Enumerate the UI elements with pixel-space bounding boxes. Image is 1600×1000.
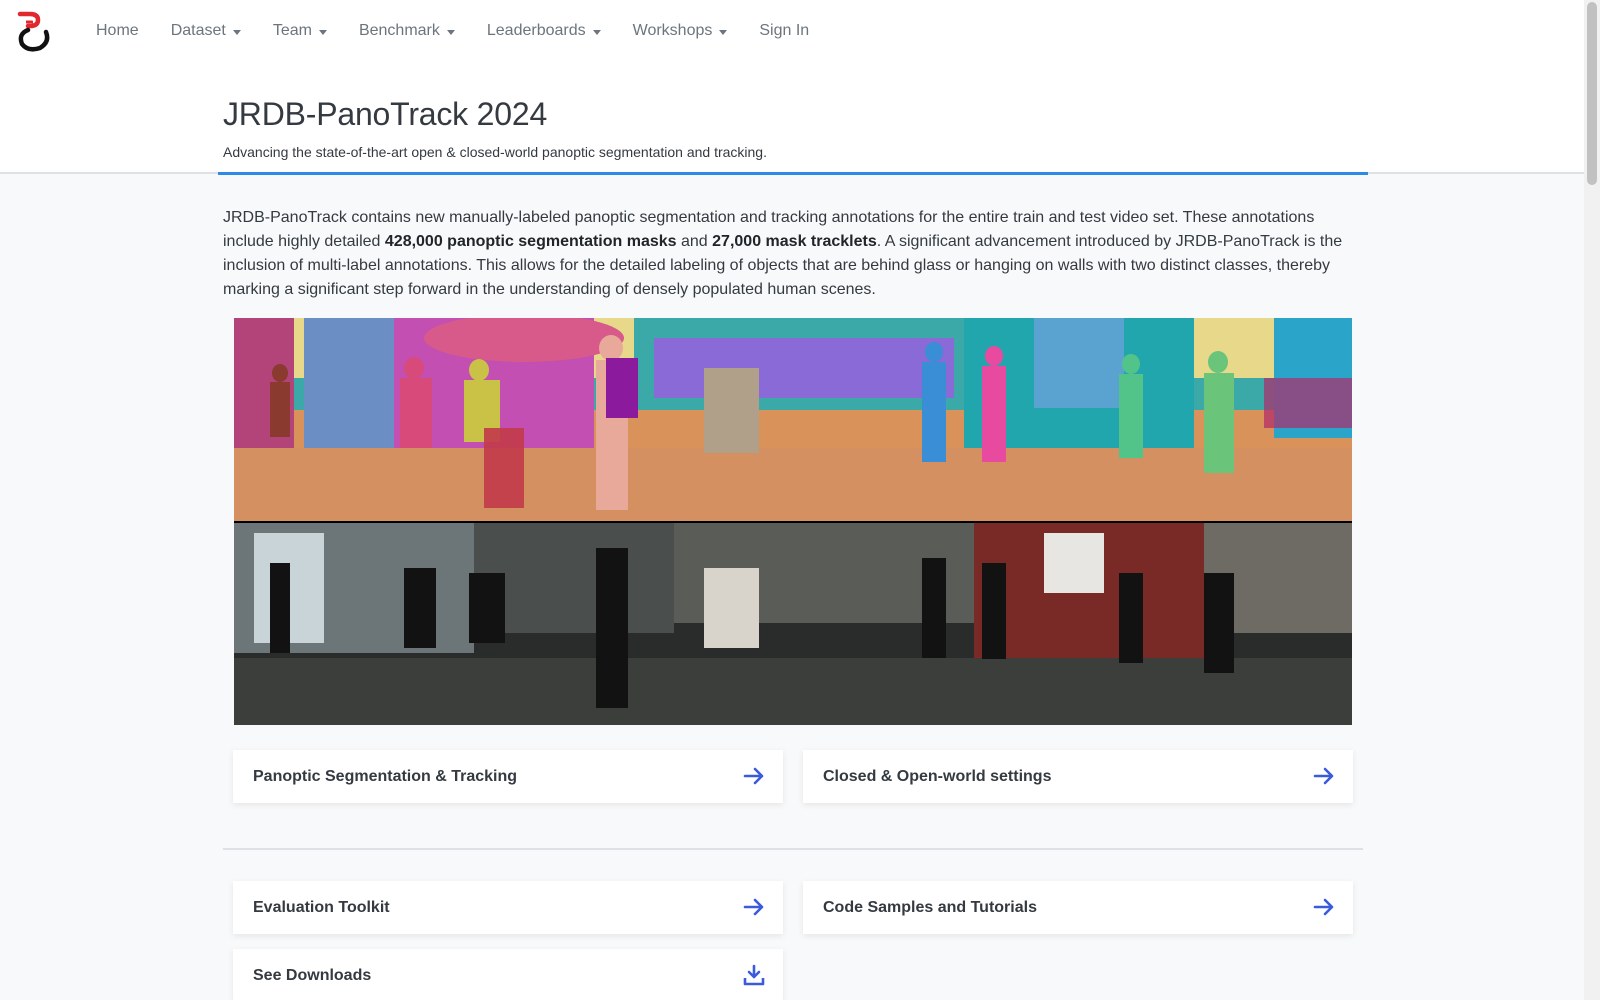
panorama-illustration [234,318,1352,725]
card-downloads-label: See Downloads [253,966,372,984]
arrow-right-icon [743,767,764,785]
nav-dataset-label: Dataset [170,22,226,39]
page-scrollbar[interactable] [1584,0,1600,1000]
download-icon [743,964,765,986]
page-header: JRDB-PanoTrack 2024 Advancing the state-… [0,62,1584,174]
card-closed-open-label: Closed & Open-world settings [823,767,1052,785]
page-subtitle: Advancing the state-of-the-art open & cl… [223,144,767,160]
page-title: JRDB-PanoTrack 2024 [223,96,548,132]
nav-sign-in-label: Sign In [759,22,810,39]
card-code-samples[interactable]: Code Samples and Tutorials [803,881,1353,934]
jrdb-logo[interactable] [12,8,54,54]
card-evaluation-toolkit[interactable]: Evaluation Toolkit [233,881,783,934]
caret-down-icon [446,29,455,35]
card-see-downloads[interactable]: See Downloads [233,949,783,1000]
nav-workshops-dropdown[interactable]: Workshops [617,0,744,62]
nav-benchmark-dropdown[interactable]: Benchmark [343,0,471,62]
hero-panorama-image [234,318,1352,725]
arrow-right-icon [1313,898,1334,916]
arrow-right-icon [743,898,764,916]
section-divider [223,848,1363,850]
nav-dataset-dropdown[interactable]: Dataset [155,0,257,62]
card-toolkit-label: Evaluation Toolkit [253,898,390,916]
card-closed-open-world[interactable]: Closed & Open-world settings [803,750,1353,803]
arrow-right-icon [1313,767,1334,785]
card-tutorials-label: Code Samples and Tutorials [823,898,1037,916]
nav-sign-in[interactable]: Sign In [743,0,825,62]
card-panoptic-label: Panoptic Segmentation & Tracking [253,767,518,785]
nav-workshops-label: Workshops [632,22,713,39]
nav-leaderboards-dropdown[interactable]: Leaderboards [471,0,617,62]
intro-highlight-masks: 428,000 panoptic segmentation masks [384,233,677,250]
nav-home[interactable]: Home [80,0,155,62]
nav-home-label: Home [96,22,139,39]
intro-highlight-tracklets: 27,000 mask tracklets [712,233,877,250]
caret-down-icon [232,29,241,35]
caret-down-icon [719,29,728,35]
nav-leaderboards-label: Leaderboards [486,22,586,39]
caret-down-icon [592,29,601,35]
card-panoptic-segmentation[interactable]: Panoptic Segmentation & Tracking [233,750,783,803]
nav-menu: Home Dataset Team Benchmark Leaderboards… [80,0,825,62]
nav-benchmark-label: Benchmark [358,22,440,39]
intro-text-2: and [676,233,713,250]
intro-paragraph: JRDB-PanoTrack contains new manually-lab… [223,206,1351,302]
caret-down-icon [318,29,327,35]
nav-team-label: Team [272,22,312,39]
top-navbar: Home Dataset Team Benchmark Leaderboards… [0,0,1584,62]
nav-team-dropdown[interactable]: Team [257,0,343,62]
header-accent-line [218,172,1368,175]
scrollbar-thumb[interactable] [1587,2,1597,185]
